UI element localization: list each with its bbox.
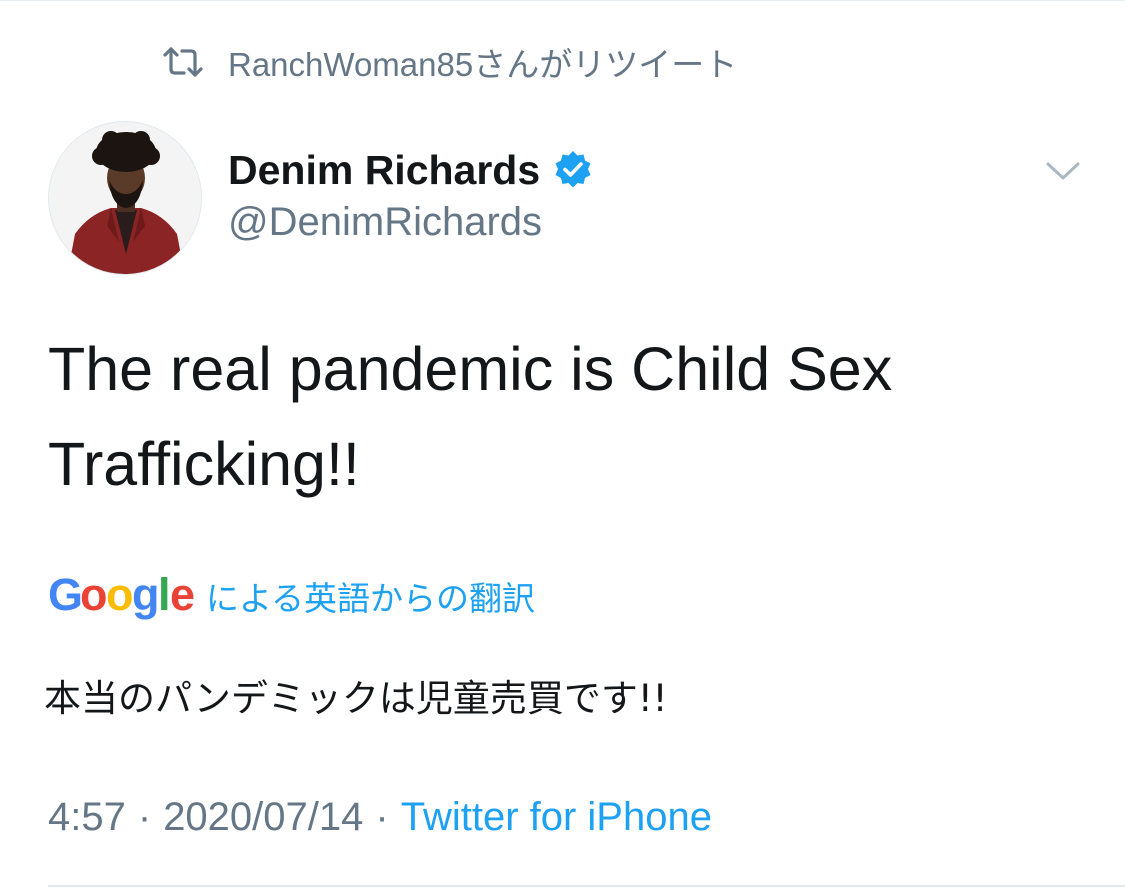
tweet-date: 2020/07/14 xyxy=(163,795,364,839)
tweet-time: 4:57 xyxy=(48,795,126,839)
meta-separator: · xyxy=(137,795,152,839)
retweet-context-text: RanchWoman85さんがリツイート xyxy=(228,46,738,83)
svg-text:e: e xyxy=(170,569,195,620)
svg-text:o: o xyxy=(80,569,108,620)
svg-text:g: g xyxy=(132,569,160,620)
verified-badge-icon xyxy=(552,149,594,191)
translation-label[interactable]: による英語からの翻訳 xyxy=(206,572,535,620)
top-divider xyxy=(0,0,1125,1)
svg-text:l: l xyxy=(158,569,171,620)
bottom-divider xyxy=(48,885,1125,887)
tweet-metadata: 4:57 · 2020/07/14 · Twitter for iPhone xyxy=(48,795,712,840)
tweet-text: The real pandemic is Child Sex Trafficki… xyxy=(48,335,893,498)
tweet-options-button[interactable] xyxy=(1042,156,1084,188)
retweet-icon xyxy=(162,45,204,79)
google-logo: G o o g l e xyxy=(48,568,200,624)
avatar[interactable] xyxy=(48,121,202,275)
retweet-context[interactable]: RanchWoman85さんがリツイート xyxy=(162,40,737,84)
author-display-name[interactable]: Denim Richards xyxy=(228,147,540,194)
meta-separator: · xyxy=(375,795,389,839)
svg-text:o: o xyxy=(106,569,134,620)
translation-header[interactable]: G o o g l e による英語からの翻訳 xyxy=(48,568,535,624)
author-handle[interactable]: @DenimRichards xyxy=(228,200,542,245)
author-name-row[interactable]: Denim Richards xyxy=(228,144,594,196)
tweet-source-link[interactable]: Twitter for iPhone xyxy=(401,795,712,840)
translated-text: 本当のパンデミックは児童売買です!! xyxy=(44,677,668,720)
chevron-down-icon xyxy=(1046,162,1080,180)
svg-text:G: G xyxy=(48,569,83,620)
